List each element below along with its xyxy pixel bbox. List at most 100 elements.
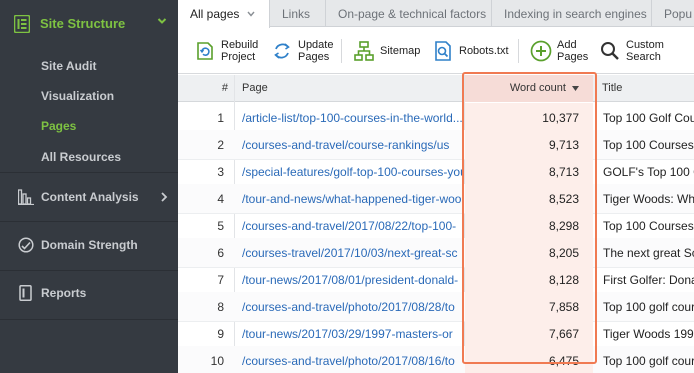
row-number: 5 [217, 219, 224, 233]
page-url-link[interactable]: /tour-and-news/what-happened-tiger-woods [242, 184, 463, 214]
word-count-cell: 8,128 [465, 265, 593, 295]
table-row[interactable]: 9 /tour-news/2017/03/29/1997-masters-or … [178, 319, 694, 349]
content-analysis-icon [18, 189, 34, 205]
title-cell: First Golfer: Dona [603, 273, 694, 287]
reports-icon [19, 285, 32, 301]
table-body: 1 /article-list/top-100-courses-in-the-w… [178, 103, 694, 373]
sidebar-item-site-audit[interactable]: Site Audit [41, 59, 97, 73]
title-cell: Top 100 Courses [603, 138, 694, 152]
row-number: 2 [217, 138, 224, 152]
title-cell: Tiger Woods 1997 [603, 327, 694, 341]
title-cell: GOLF's Top 100 C [603, 165, 694, 179]
row-number: 9 [217, 327, 224, 341]
row-number: 7 [217, 273, 224, 287]
toolbar-label: Update Pages [298, 39, 334, 63]
toolbar-label: Add Pages [557, 39, 589, 63]
chevron-down-icon[interactable] [157, 16, 167, 26]
tab-links[interactable]: Links [270, 0, 326, 27]
sort-desc-icon [572, 85, 579, 91]
sidebar-divider [0, 319, 178, 320]
tab-all-pages[interactable]: All pages [178, 0, 270, 28]
word-count-cell: 10,377 [465, 103, 593, 133]
column-header-title[interactable]: Title [602, 75, 622, 102]
title-cell: Top 100 Golf Cou [603, 111, 694, 125]
refresh-icon [274, 43, 290, 59]
table-row[interactable]: 4 /tour-and-news/what-happened-tiger-woo… [178, 184, 694, 214]
row-number: 8 [217, 300, 224, 314]
sidebar-group-label: Reports [41, 286, 87, 300]
update-pages-button[interactable]: Update Pages [271, 28, 333, 74]
rebuild-icon [197, 42, 213, 60]
sidebar: Site Structure Site Audit Visualization … [0, 0, 178, 373]
word-count-cell: 8,298 [465, 211, 593, 241]
page-url-link[interactable]: /special-features/golf-top-100-courses-y… [242, 157, 463, 187]
toolbar-divider [518, 39, 519, 63]
gauge-icon [18, 237, 34, 253]
row-number: 6 [217, 246, 224, 260]
table-row[interactable]: 2 /courses-and-travel/course-rankings/us… [178, 130, 694, 160]
main-panel: All pages Links On-page & technical fact… [178, 0, 694, 373]
tab-on-page-technical[interactable]: On-page & technical factors [326, 0, 492, 27]
table-row[interactable]: 6 /courses-travel/2017/10/03/next-great-… [178, 238, 694, 268]
sidebar-item-content-analysis[interactable]: Content Analysis [0, 173, 178, 221]
title-cell: Tiger Woods: Wha [603, 192, 694, 206]
sidebar-section-label: Site Structure [40, 16, 126, 31]
table-row[interactable]: 5 /courses-and-travel/2017/08/22/top-100… [178, 211, 694, 241]
tab-indexing[interactable]: Indexing in search engines [492, 0, 652, 27]
robots-file-icon [435, 41, 451, 61]
sidebar-section-site-structure[interactable]: Site Structure [0, 0, 178, 46]
page-url-link[interactable]: /courses-and-travel/2017/08/22/top-100- [242, 211, 463, 241]
tab-popularity[interactable]: Popu [652, 0, 694, 27]
tab-label: All pages [190, 7, 240, 21]
table-row[interactable]: 1 /article-list/top-100-courses-in-the-w… [178, 103, 694, 133]
column-header-page[interactable]: Page [242, 75, 268, 102]
toolbar-label: Custom Search [626, 39, 664, 63]
title-cell: Top 100 golf cour [603, 354, 694, 368]
sidebar-group-label: Domain Strength [41, 238, 138, 252]
sitemap-button[interactable]: Sitemap [353, 28, 420, 74]
tab-bar: All pages Links On-page & technical fact… [178, 0, 694, 28]
toolbar-divider [341, 39, 342, 63]
page-url-link[interactable]: /tour-news/2017/08/01/president-donald- [242, 265, 463, 295]
table-row[interactable]: 10 /courses-and-travel/photo/2017/08/16/… [178, 346, 694, 373]
page-url-link[interactable]: /courses-travel/2017/10/03/next-great-sc [242, 238, 463, 268]
page-url-link[interactable]: /article-list/top-100-courses-in-the-wor… [242, 103, 463, 133]
sidebar-group-label: Content Analysis [41, 190, 139, 204]
word-count-cell: 6,475 [465, 346, 593, 373]
page-url-link[interactable]: /tour-news/2017/03/29/1997-masters-or [242, 319, 463, 349]
sidebar-item-reports[interactable]: Reports [0, 271, 178, 319]
toolbar-label: Sitemap [380, 45, 421, 57]
toolbar-label: Robots.txt [459, 45, 509, 57]
sidebar-item-visualization[interactable]: Visualization [41, 89, 114, 103]
table-row[interactable]: 8 /courses-and-travel/photo/2017/08/28/t… [178, 292, 694, 322]
title-cell: Top 100 golf cour [603, 300, 694, 314]
table-row[interactable]: 3 /special-features/golf-top-100-courses… [178, 157, 694, 187]
rebuild-project-button[interactable]: Rebuild Project [194, 28, 258, 74]
page-url-link[interactable]: /courses-and-travel/course-rankings/us [242, 130, 463, 160]
robots-txt-button[interactable]: Robots.txt [432, 28, 509, 74]
sidebar-item-domain-strength[interactable]: Domain Strength [0, 222, 178, 270]
plus-circle-icon [530, 40, 552, 62]
table-row[interactable]: 7 /tour-news/2017/08/01/president-donald… [178, 265, 694, 295]
word-count-cell: 9,713 [465, 130, 593, 160]
row-number: 4 [217, 192, 224, 206]
word-count-cell: 8,205 [465, 238, 593, 268]
page-url-link[interactable]: /courses-and-travel/photo/2017/08/16/to [242, 346, 463, 373]
page-url-link[interactable]: /courses-and-travel/photo/2017/08/28/to [242, 292, 463, 322]
sitemap-icon [354, 41, 374, 61]
title-cell: The next great Sco [603, 246, 694, 260]
table-header: # Page Word count Title [178, 75, 694, 102]
chevron-down-icon[interactable] [247, 11, 255, 17]
sidebar-item-pages[interactable]: Pages [41, 119, 76, 133]
toolbar-label: Rebuild Project [221, 39, 259, 63]
custom-search-button[interactable]: Custom Search [599, 28, 664, 74]
sidebar-item-all-resources[interactable]: All Resources [41, 150, 121, 164]
word-count-cell: 8,713 [465, 157, 593, 187]
column-header-word-count[interactable]: Word count [465, 75, 593, 102]
chevron-right-icon [161, 192, 168, 202]
add-pages-button[interactable]: Add Pages [530, 28, 588, 74]
title-cell: Top 100 Courses [603, 219, 694, 233]
toolbar: Rebuild Project Update Pages Sitemap Rob… [178, 28, 694, 74]
column-header-number[interactable]: # [178, 75, 228, 102]
site-structure-icon [14, 15, 30, 33]
